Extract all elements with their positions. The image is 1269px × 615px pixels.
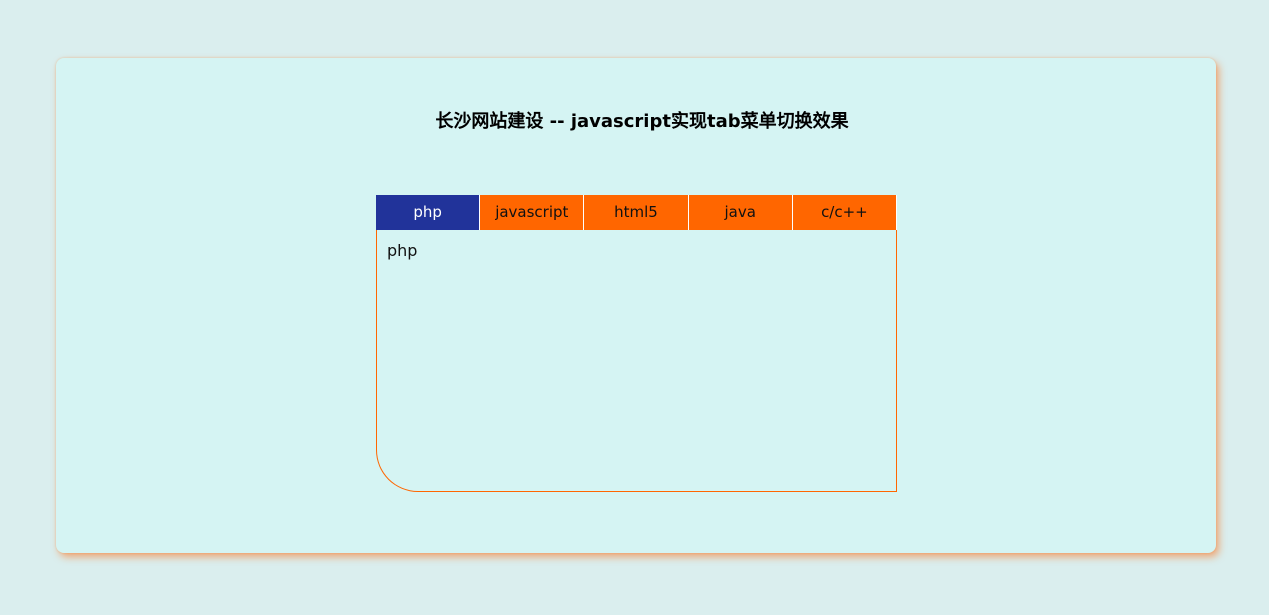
tab-panel: php — [376, 230, 897, 492]
tab-panel-content: php — [387, 241, 418, 260]
main-card: 长沙网站建设 -- javascript实现tab菜单切换效果 php java… — [56, 58, 1216, 553]
tab-java[interactable]: java — [688, 195, 793, 230]
tab-javascript[interactable]: javascript — [480, 195, 585, 230]
tab-bar: php javascript html5 java c/c++ — [376, 195, 898, 230]
tab-html5[interactable]: html5 — [584, 195, 689, 230]
tab-c-cpp[interactable]: c/c++ — [792, 195, 898, 230]
page-title: 长沙网站建设 -- javascript实现tab菜单切换效果 — [435, 111, 849, 132]
tab-php[interactable]: php — [376, 195, 481, 230]
